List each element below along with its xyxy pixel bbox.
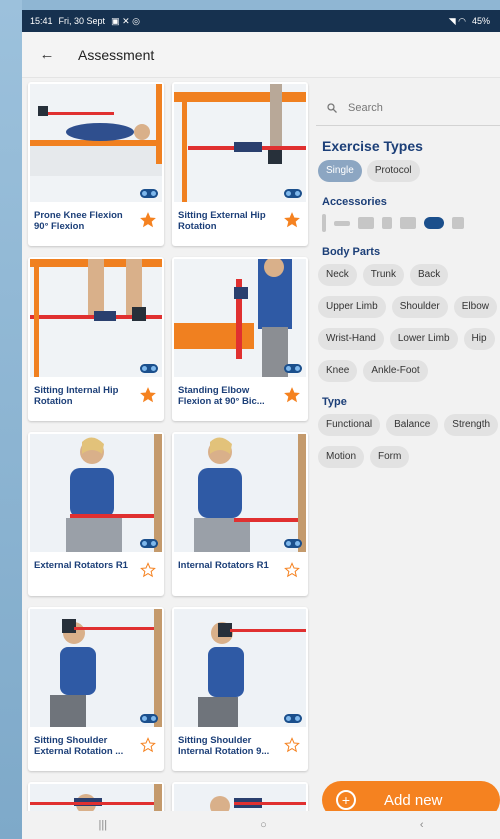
chip-type[interactable]: Strength <box>444 414 499 436</box>
exercise-card[interactable]: Standing Elbow Flexion at 90° Bic... <box>172 257 308 421</box>
chip-type[interactable]: Functional <box>318 414 381 436</box>
exercise-type-chips: Single Protocol <box>316 160 500 182</box>
chip-single[interactable]: Single <box>318 160 362 182</box>
band-badge-icon <box>140 189 158 198</box>
exercise-image <box>30 434 162 552</box>
device-accessory-icon[interactable] <box>424 217 444 229</box>
status-date: Fri, 30 Sept <box>58 16 106 26</box>
exercise-label: Sitting External Hip Rotation <box>178 210 266 232</box>
system-back-icon[interactable]: ‹ <box>420 819 424 831</box>
chip-body-part[interactable]: Elbow <box>453 296 497 318</box>
chip-body-part[interactable]: Wrist-Hand <box>318 328 384 350</box>
exercise-label: External Rotators R1 <box>34 560 128 571</box>
body-part-chips: Neck Trunk Back Upper Limb Shoulder Elbo… <box>316 264 500 382</box>
anchor-accessory-icon[interactable] <box>358 217 374 229</box>
exercise-image <box>30 84 162 202</box>
exercise-card[interactable]: Sitting Internal Hip Rotation <box>28 257 164 421</box>
exercise-image <box>30 259 162 377</box>
exercise-types-title: Exercise Types <box>322 138 423 154</box>
signal-icon: ◥ ◠ <box>448 15 466 26</box>
accessories-title: Accessories <box>322 196 387 208</box>
battery-level: 45% <box>471 16 490 26</box>
recent-apps-icon[interactable]: ||| <box>99 819 108 831</box>
notification-icons: ▣ ✕ ◎ <box>111 15 140 26</box>
plus-circle-icon: + <box>336 790 356 810</box>
exercise-card[interactable]: Sitting Shoulder External Rotation ... <box>28 607 164 771</box>
background-edge <box>0 0 22 839</box>
chip-type[interactable]: Balance <box>386 414 439 436</box>
favorite-star-icon[interactable] <box>140 737 156 753</box>
band-badge-icon <box>284 364 302 373</box>
status-bar: 15:41 Fri, 30 Sept ▣ ✕ ◎ ◥ ◠ 45% <box>22 10 500 32</box>
search-placeholder: Search <box>348 101 383 114</box>
exercise-card[interactable]: Internal Rotators R1 <box>172 432 308 596</box>
system-nav-bar: ||| ○ ‹ <box>22 811 500 839</box>
chip-body-part[interactable]: Shoulder <box>391 296 448 318</box>
tablet-screen: 15:41 Fri, 30 Sept ▣ ✕ ◎ ◥ ◠ 45% ← Asses… <box>22 10 500 839</box>
chip-body-part[interactable]: Ankle-Foot <box>363 360 428 382</box>
band-badge-icon <box>140 364 158 373</box>
body-parts-title: Body Parts <box>322 246 381 258</box>
chip-protocol[interactable]: Protocol <box>366 160 420 182</box>
chip-body-part[interactable]: Trunk <box>362 264 404 286</box>
favorite-star-icon[interactable] <box>284 212 300 228</box>
chip-body-part[interactable]: Hip <box>463 328 495 350</box>
exercise-card[interactable]: Prone Knee Flexion 90° Flexion <box>28 82 164 246</box>
exercise-image <box>174 609 306 727</box>
add-new-label: Add new <box>384 791 443 809</box>
favorite-star-icon[interactable] <box>140 562 156 578</box>
exercise-image <box>30 609 162 727</box>
search-input[interactable]: Search <box>316 90 500 126</box>
exercise-label: Sitting Shoulder External Rotation ... <box>34 735 124 757</box>
favorite-star-icon[interactable] <box>284 562 300 578</box>
chip-body-part[interactable]: Back <box>410 264 449 286</box>
chip-body-part[interactable]: Lower Limb <box>389 328 458 350</box>
band-badge-icon <box>140 714 158 723</box>
exercise-card[interactable]: Sitting External Hip Rotation <box>172 82 308 246</box>
status-time: 15:41 <box>30 16 53 26</box>
chip-body-part[interactable]: Upper Limb <box>318 296 386 318</box>
favorite-star-icon[interactable] <box>284 387 300 403</box>
band-accessory-icon[interactable] <box>334 220 350 226</box>
exercise-image <box>174 84 306 202</box>
filter-panel: Search Exercise Types Single Protocol Ac… <box>316 78 500 811</box>
exercise-label: Prone Knee Flexion 90° Flexion <box>34 210 123 232</box>
chip-body-part[interactable]: Knee <box>318 360 358 382</box>
band-badge-icon <box>284 539 302 548</box>
band-badge-icon <box>284 714 302 723</box>
chip-body-part[interactable]: Neck <box>318 264 357 286</box>
home-icon[interactable]: ○ <box>260 819 267 831</box>
page-title: Assessment <box>78 46 155 63</box>
cuff-accessory-icon[interactable] <box>400 217 416 229</box>
exercise-card[interactable]: External Rotators R1 <box>28 432 164 596</box>
favorite-star-icon[interactable] <box>140 387 156 403</box>
exercise-image <box>174 259 306 377</box>
favorite-star-icon[interactable] <box>284 737 300 753</box>
exercise-label: Sitting Internal Hip Rotation <box>34 385 119 407</box>
app-bar: ← Assessment <box>22 32 500 78</box>
band-badge-icon <box>284 189 302 198</box>
main-content: Prone Knee Flexion 90° Flexion Sitting E… <box>22 78 500 822</box>
band-badge-icon <box>140 539 158 548</box>
door-anchor-accessory-icon[interactable] <box>452 217 464 229</box>
strap-accessory-icon[interactable] <box>382 217 392 229</box>
favorite-star-icon[interactable] <box>140 212 156 228</box>
exercise-label: Sitting Shoulder Internal Rotation 9... <box>178 735 270 757</box>
type-title: Type <box>322 396 347 408</box>
handle-accessory-icon[interactable] <box>322 214 326 232</box>
type-chips: Functional Balance Strength Motion Form <box>316 414 500 468</box>
exercise-image <box>174 434 306 552</box>
accessory-icons <box>316 214 500 232</box>
exercise-label: Standing Elbow Flexion at 90° Bic... <box>178 385 265 407</box>
chip-type[interactable]: Motion <box>318 446 365 468</box>
search-icon <box>327 102 337 113</box>
chip-type[interactable]: Form <box>370 446 410 468</box>
exercise-card[interactable]: Sitting Shoulder Internal Rotation 9... <box>172 607 308 771</box>
exercise-label: Internal Rotators R1 <box>178 560 269 571</box>
back-arrow-icon[interactable]: ← <box>36 44 58 66</box>
